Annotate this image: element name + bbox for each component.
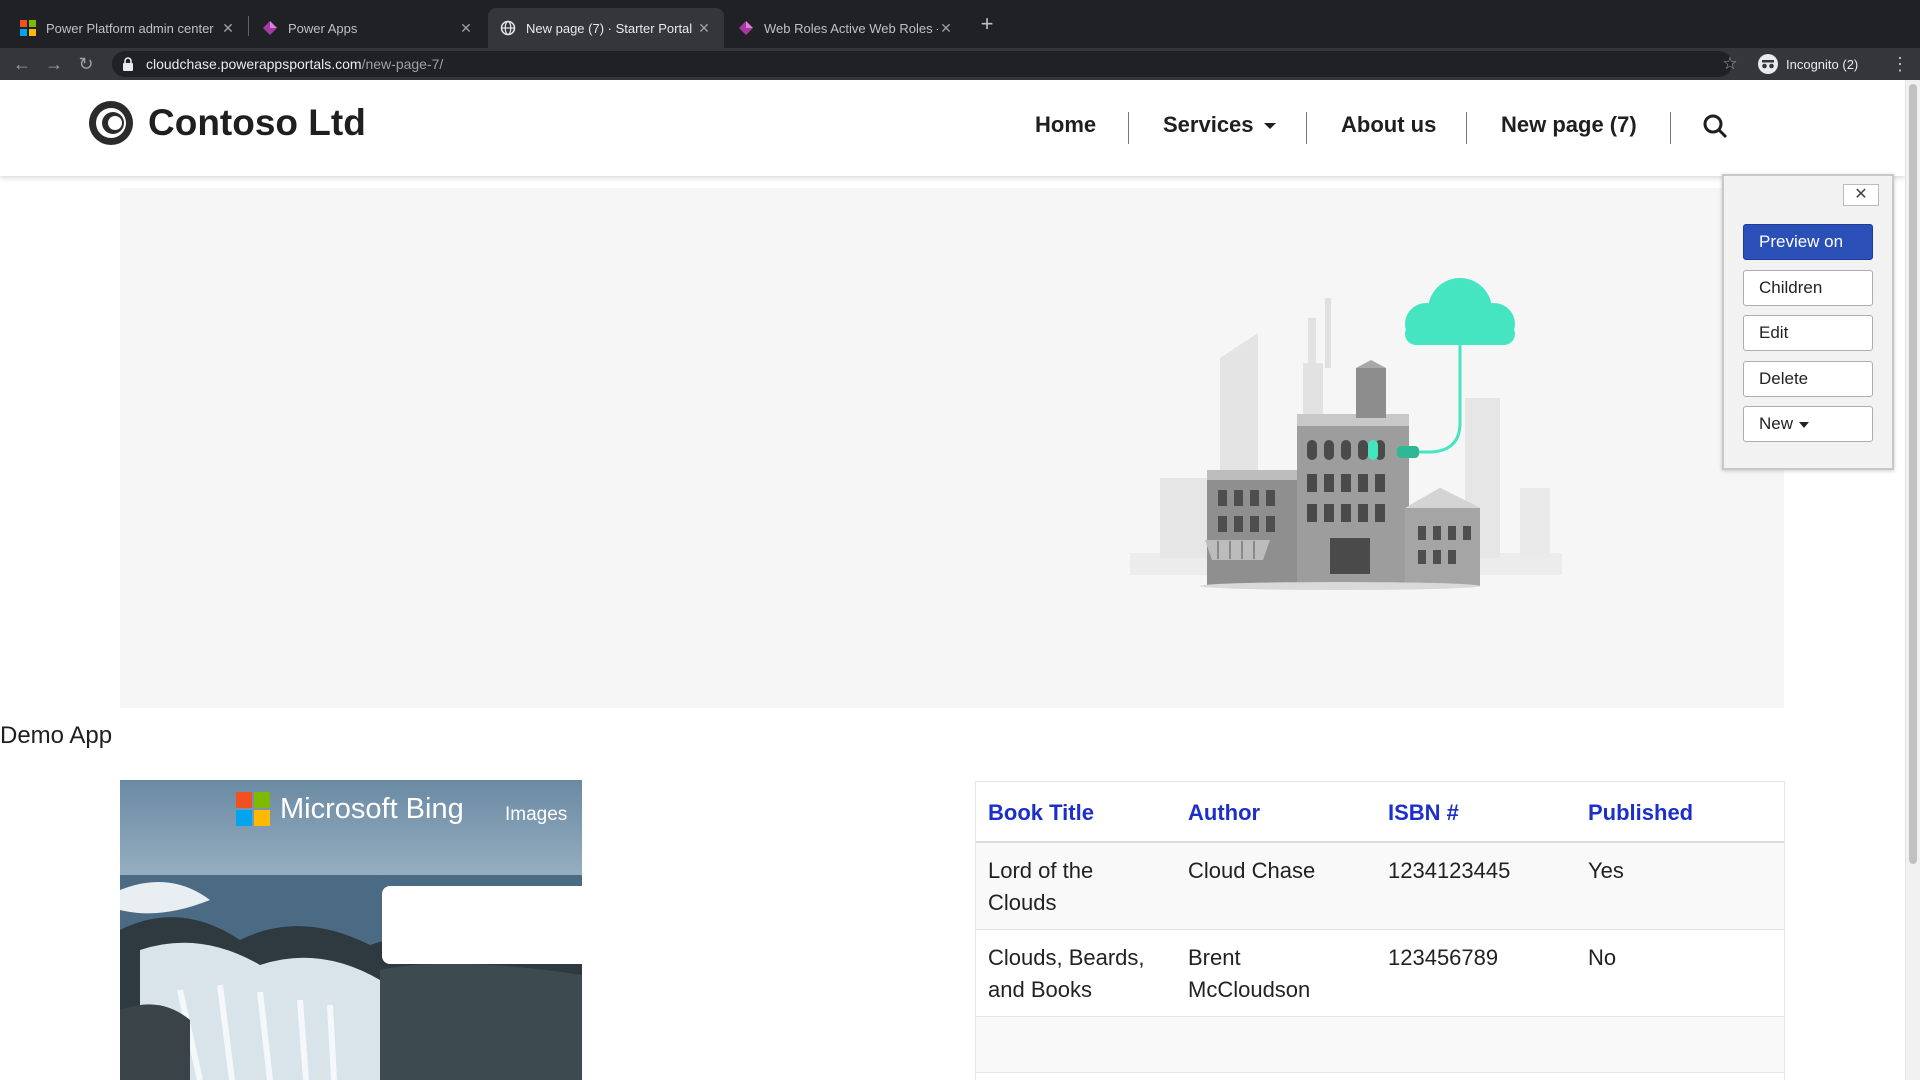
portal-editor-panel: ✕ Preview on Children Edit Delete New [1722,174,1894,470]
cell-book-title: Clouds, Beards, and Books [976,929,1176,1017]
cell-isbn: 123456789 [1376,929,1576,1017]
incognito-icon [1758,54,1778,74]
microsoft-logo-icon [20,20,36,36]
close-tab-icon[interactable]: ✕ [938,20,954,37]
chevron-down-icon [1263,123,1276,130]
bing-image-embed[interactable]: Microsoft Bing Images [120,780,582,1080]
cell-published: No [1576,929,1784,1017]
url-host: cloudchase.powerappsportals.com [146,56,362,72]
lock-icon [123,57,133,71]
cell-author: Cloud Chase [1176,842,1376,930]
forward-arrow-icon[interactable]: → [42,52,66,76]
close-tab-icon[interactable]: ✕ [696,20,712,37]
nav-divider [1466,112,1467,144]
city-cloud-illustration [1130,278,1562,590]
search-icon[interactable] [1702,113,1728,139]
bing-logo-text: Microsoft Bing [280,792,464,825]
cell-published: Yes [1576,842,1784,930]
cell-book-title: Lord of the Clouds [976,842,1176,930]
table-row[interactable]: Lord of the Clouds Cloud Chase 1234123445… [976,842,1784,930]
globe-icon [500,20,516,36]
close-tab-icon[interactable]: ✕ [220,20,236,37]
empty-cell [976,1016,1784,1073]
browser-menu-icon[interactable]: ⋮ [1888,52,1912,76]
tab-title: Power Apps [288,20,358,36]
nav-new-page-7[interactable]: New page (7) [1501,112,1637,138]
incognito-label: Incognito (2) [1786,56,1859,72]
back-arrow-icon[interactable]: ← [10,52,34,76]
cell-author: Brent McCloudson [1176,929,1376,1017]
incognito-profile-button[interactable]: Incognito (2) [1758,52,1858,76]
edit-button[interactable]: Edit [1743,315,1873,351]
scrollbar-thumb[interactable] [1909,84,1917,864]
bing-search-box[interactable] [382,886,582,964]
section-title: Demo App [0,722,113,749]
tab-power-apps[interactable]: Power Apps ✕ [250,8,486,48]
chevron-down-icon [1799,421,1810,428]
nav-divider [1128,112,1129,144]
nav-about-us[interactable]: About us [1341,112,1436,138]
browser-tab-strip: Power Platform admin center ✕ Power Apps… [0,0,1920,48]
browser-toolbar: ← → ↻ cloudchase.powerappsportals.com/ne… [0,48,1920,80]
hero-banner [120,188,1784,708]
url-path: /new-page-7/ [361,56,444,72]
page-scrollbar[interactable] [1905,80,1920,1080]
site-header: Contoso Ltd Home Services About us New p… [0,80,1905,176]
power-apps-icon [739,21,753,35]
tab-divider [248,16,249,36]
tab-title: New page (7) · Starter Portal [526,20,693,36]
children-button[interactable]: Children [1743,270,1873,306]
bing-images-link[interactable]: Images [505,804,567,826]
address-bar[interactable]: cloudchase.powerappsportals.com/new-page… [112,51,1732,77]
table-row-empty [976,1016,1784,1073]
microsoft-logo-icon [236,792,270,826]
tab-title: Power Platform admin center [46,20,214,36]
cell-text: Clouds, Beards, [988,945,1145,970]
column-header-book-title[interactable]: Book Title [976,782,1176,843]
contoso-logo-icon[interactable] [86,98,136,148]
books-table: Book Title Author ISBN # Published Lord … [975,781,1785,1080]
nav-home[interactable]: Home [1035,112,1096,138]
tab-new-page-starter-portal[interactable]: New page (7) · Starter Portal ✕ [488,8,724,48]
reload-icon[interactable]: ↻ [74,52,98,76]
tab-web-roles[interactable]: Web Roles Active Web Roles - ✕ [726,8,966,48]
site-brand[interactable]: Contoso Ltd [148,102,366,144]
nav-services-label: Services [1163,112,1254,137]
cell-text: Cloud Chase [1188,858,1316,883]
cell-text: Brent [1188,945,1241,970]
column-header-published[interactable]: Published [1576,782,1784,843]
nav-divider [1670,112,1671,144]
new-tab-button[interactable]: + [975,12,999,36]
column-header-author[interactable]: Author [1176,782,1376,843]
close-icon[interactable]: ✕ [1843,184,1879,206]
delete-button[interactable]: Delete [1743,361,1873,397]
new-button-label: New [1759,414,1794,433]
column-header-isbn[interactable]: ISBN # [1376,782,1576,843]
bing-logo: Microsoft Bing [236,792,464,826]
new-dropdown-button[interactable]: New [1743,406,1873,442]
cell-text: and Books [988,977,1092,1002]
cell-text: McCloudson [1188,977,1311,1002]
cell-isbn: 1234123445 [1376,842,1576,930]
power-apps-icon [263,21,277,35]
nav-divider [1306,112,1307,144]
page-viewport: Contoso Ltd Home Services About us New p… [0,80,1920,1080]
bookmark-star-icon[interactable]: ☆ [1718,52,1742,76]
tab-power-platform-admin[interactable]: Power Platform admin center ✕ [8,8,248,48]
table-row[interactable]: Clouds, Beards, and Books Brent McCloudson… [976,929,1784,1017]
table-header-row: Book Title Author ISBN # Published [976,782,1784,843]
preview-on-button[interactable]: Preview on [1743,224,1873,260]
cell-text: Lord of the [988,858,1094,883]
close-tab-icon[interactable]: ✕ [458,20,474,37]
tab-title: Web Roles Active Web Roles - [764,20,938,36]
nav-services[interactable]: Services [1163,112,1276,138]
cell-text: Clouds [988,890,1057,915]
